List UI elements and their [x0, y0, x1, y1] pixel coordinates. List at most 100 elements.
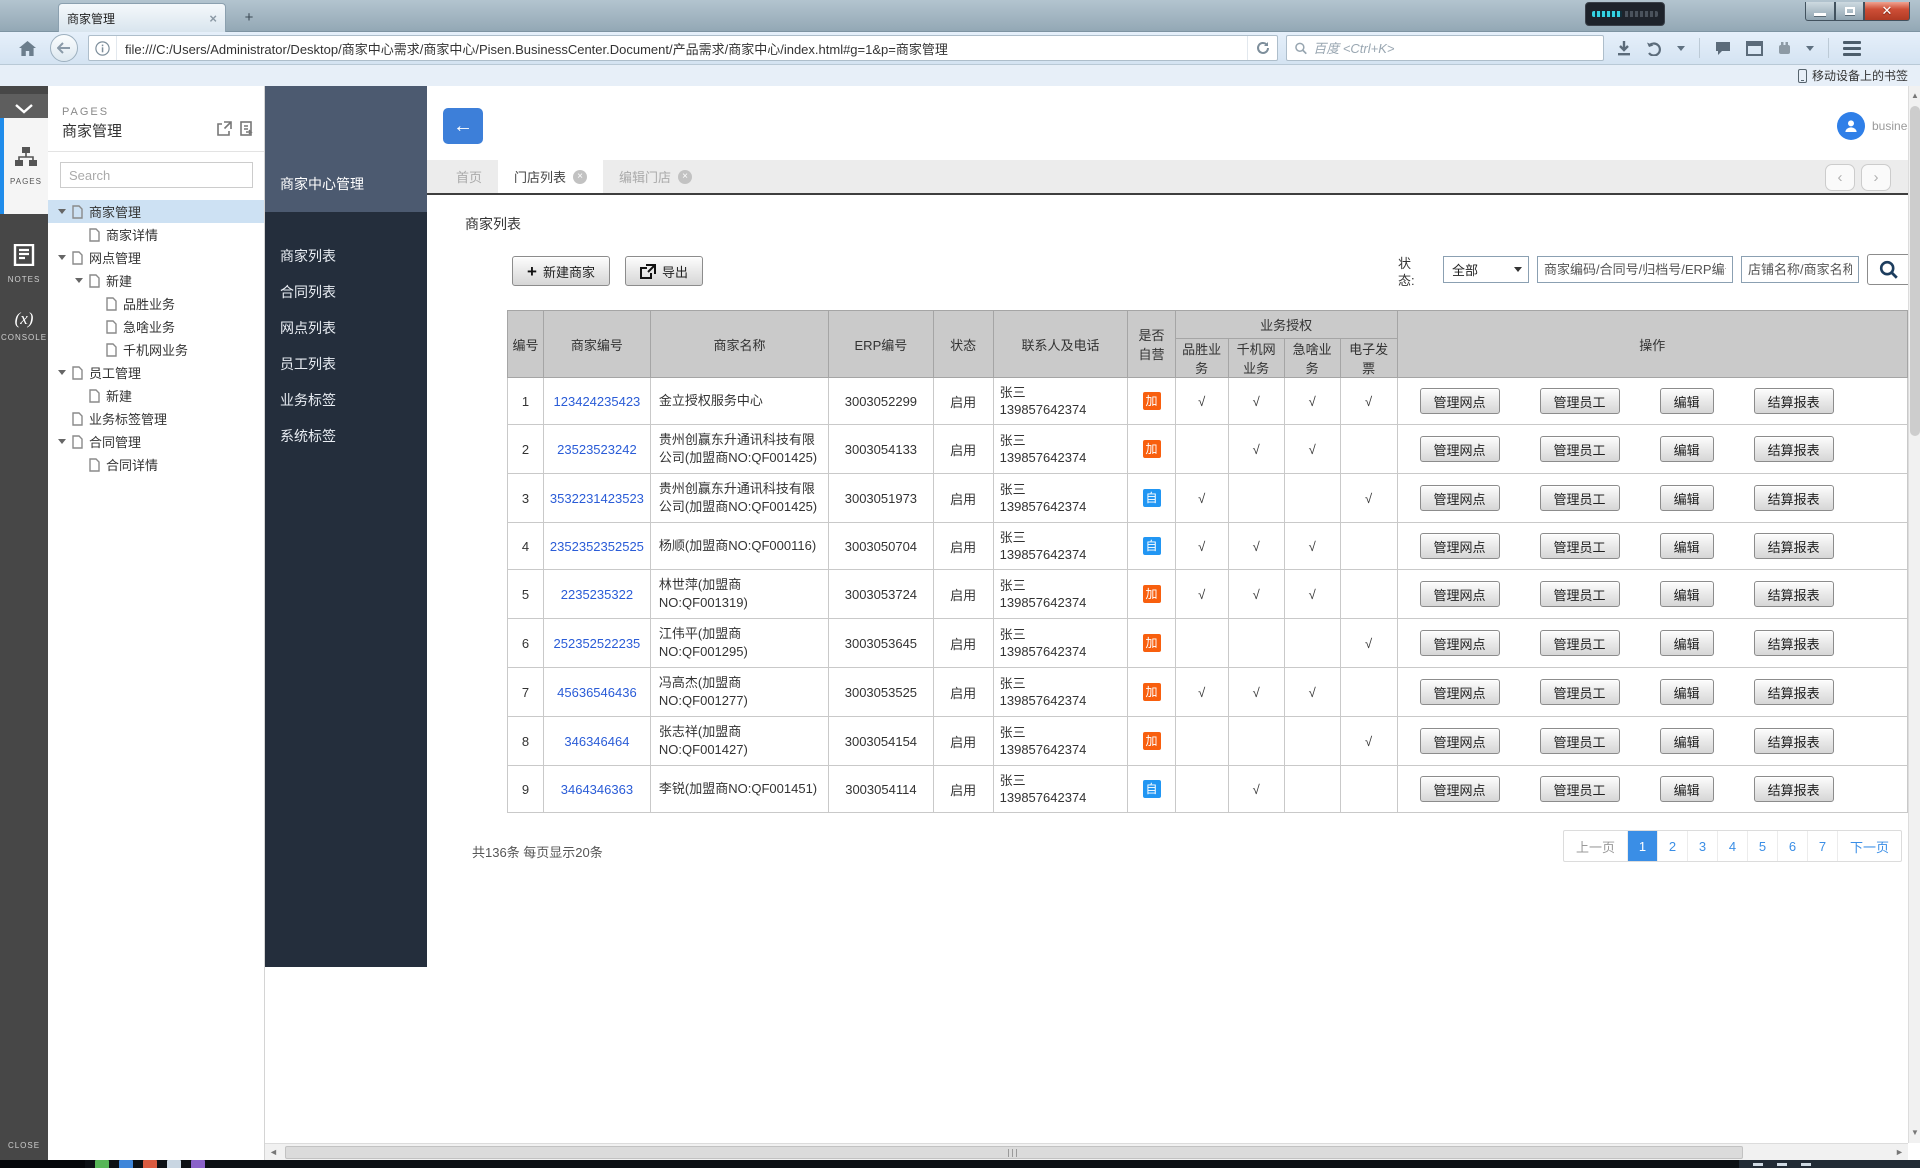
- tree-item[interactable]: 品胜业务: [48, 292, 264, 315]
- restore-button[interactable]: [1835, 2, 1864, 21]
- row-action-button[interactable]: 管理网点: [1420, 485, 1500, 511]
- tab-close-icon[interactable]: ×: [573, 170, 587, 184]
- browser-search-box[interactable]: [1286, 35, 1604, 61]
- browser-tab[interactable]: 商家管理 ×: [58, 3, 226, 32]
- row-action-button[interactable]: 编辑: [1660, 485, 1714, 511]
- merchant-code-link[interactable]: 2235235322: [561, 587, 633, 602]
- pagination-next[interactable]: 下一页: [1837, 831, 1901, 861]
- new-tab-button[interactable]: +: [236, 8, 262, 28]
- tree-item[interactable]: 新建: [48, 384, 264, 407]
- scroll-up-icon[interactable]: ▲: [1909, 88, 1920, 104]
- row-action-button[interactable]: 管理员工: [1540, 630, 1620, 656]
- row-action-button[interactable]: 结算报表: [1754, 533, 1834, 559]
- system-tray[interactable]: [1739, 1160, 1920, 1168]
- tab-close-icon[interactable]: ×: [209, 11, 217, 26]
- page-actions-icon[interactable]: [240, 121, 254, 141]
- tree-item[interactable]: 千机网业务: [48, 338, 264, 361]
- reload-icon[interactable]: [1247, 36, 1277, 60]
- plugin-icon[interactable]: [1777, 41, 1792, 56]
- tab-scroll-right-button[interactable]: ›: [1861, 164, 1891, 191]
- row-action-button[interactable]: 管理网点: [1420, 436, 1500, 462]
- row-action-button[interactable]: 管理员工: [1540, 679, 1620, 705]
- downloads-icon[interactable]: [1616, 40, 1632, 56]
- sidebar-item[interactable]: 业务标签: [265, 382, 427, 418]
- caret-down-icon[interactable]: [58, 209, 66, 214]
- row-action-button[interactable]: 编辑: [1660, 728, 1714, 754]
- history-dropdown-icon[interactable]: [1677, 46, 1685, 51]
- row-action-button[interactable]: 编辑: [1660, 630, 1714, 656]
- merchant-code-link[interactable]: 2352352352525: [550, 539, 644, 554]
- bookmarks-item[interactable]: 移动设备上的书签: [1812, 67, 1908, 84]
- rail-item-pages[interactable]: PAGES: [0, 118, 48, 214]
- info-icon[interactable]: [89, 36, 117, 60]
- taskbar-app-icon[interactable]: [119, 1160, 133, 1168]
- pagination-page[interactable]: 5: [1747, 831, 1777, 861]
- taskbar-app-icon[interactable]: [95, 1160, 109, 1168]
- home-icon[interactable]: [14, 40, 40, 57]
- row-action-button[interactable]: 编辑: [1660, 533, 1714, 559]
- start-button[interactable]: [0, 1160, 85, 1168]
- row-action-button[interactable]: 编辑: [1660, 581, 1714, 607]
- page-tab[interactable]: 编辑门店×: [603, 160, 708, 193]
- pages-search-input[interactable]: [60, 162, 253, 188]
- merchant-code-link[interactable]: 45636546436: [557, 685, 637, 700]
- row-action-button[interactable]: 管理网点: [1420, 581, 1500, 607]
- pagination-page[interactable]: 4: [1717, 831, 1747, 861]
- create-merchant-button[interactable]: + 新建商家: [512, 256, 610, 286]
- row-action-button[interactable]: 结算报表: [1754, 581, 1834, 607]
- horizontal-scroll-thumb[interactable]: [285, 1146, 1743, 1159]
- row-action-button[interactable]: 编辑: [1660, 388, 1714, 414]
- back-button[interactable]: [50, 34, 78, 62]
- pagination-prev[interactable]: 上一页: [1564, 831, 1627, 861]
- tree-item[interactable]: 业务标签管理: [48, 407, 264, 430]
- horizontal-scrollbar[interactable]: ◄ ►: [265, 1143, 1908, 1160]
- export-page-icon[interactable]: [217, 121, 232, 141]
- tree-item[interactable]: 商家详情: [48, 223, 264, 246]
- row-action-button[interactable]: 管理员工: [1540, 581, 1620, 607]
- merchant-code-link[interactable]: 123424235423: [554, 394, 641, 409]
- merchant-code-link[interactable]: 252352522235: [554, 636, 641, 651]
- pagination-page[interactable]: 6: [1777, 831, 1807, 861]
- scroll-down-icon[interactable]: ▼: [1909, 1125, 1920, 1141]
- sidebar-item[interactable]: 员工列表: [265, 346, 427, 382]
- history-icon[interactable]: [1646, 41, 1663, 56]
- row-action-button[interactable]: 编辑: [1660, 436, 1714, 462]
- pagination-page[interactable]: 7: [1807, 831, 1837, 861]
- row-action-button[interactable]: 结算报表: [1754, 728, 1834, 754]
- tree-item[interactable]: 员工管理: [48, 361, 264, 384]
- caret-down-icon[interactable]: [75, 278, 83, 283]
- row-action-button[interactable]: 管理员工: [1540, 436, 1620, 462]
- row-action-button[interactable]: 管理网点: [1420, 776, 1500, 802]
- tree-item[interactable]: 商家管理: [48, 200, 264, 223]
- pagination-page[interactable]: 2: [1657, 831, 1687, 861]
- tab-groups-icon[interactable]: [1746, 41, 1763, 56]
- page-tab[interactable]: 首页: [440, 160, 498, 193]
- sidebar-item[interactable]: 网点列表: [265, 310, 427, 346]
- row-action-button[interactable]: 管理员工: [1540, 533, 1620, 559]
- caret-down-icon[interactable]: [58, 439, 66, 444]
- merchant-code-link[interactable]: 346346464: [564, 734, 629, 749]
- chat-icon[interactable]: [1714, 41, 1732, 56]
- browser-search-input[interactable]: [1313, 41, 1595, 56]
- row-action-button[interactable]: 结算报表: [1754, 436, 1834, 462]
- caret-down-icon[interactable]: [58, 370, 66, 375]
- tab-scroll-left-button[interactable]: ‹: [1825, 164, 1855, 191]
- row-action-button[interactable]: 管理员工: [1540, 776, 1620, 802]
- merchant-code-link[interactable]: 3464346363: [561, 782, 633, 797]
- row-action-button[interactable]: 编辑: [1660, 776, 1714, 802]
- url-bar[interactable]: file:///C:/Users/Administrator/Desktop/商…: [88, 35, 1278, 61]
- row-action-button[interactable]: 管理员工: [1540, 728, 1620, 754]
- pagination-page[interactable]: 3: [1687, 831, 1717, 861]
- row-action-button[interactable]: 编辑: [1660, 679, 1714, 705]
- row-action-button[interactable]: 管理员工: [1540, 485, 1620, 511]
- row-action-button[interactable]: 结算报表: [1754, 630, 1834, 656]
- taskbar-app-icon[interactable]: [143, 1160, 157, 1168]
- plugin-dropdown-icon[interactable]: [1806, 46, 1814, 51]
- sidebar-item[interactable]: 商家列表: [265, 238, 427, 274]
- close-panel-button[interactable]: CLOSE: [0, 1141, 48, 1150]
- sidebar-item[interactable]: 系统标签: [265, 418, 427, 454]
- store-name-input[interactable]: [1741, 256, 1859, 283]
- pagination-page[interactable]: 1: [1627, 831, 1657, 861]
- tree-item[interactable]: 新建: [48, 269, 264, 292]
- row-action-button[interactable]: 结算报表: [1754, 776, 1834, 802]
